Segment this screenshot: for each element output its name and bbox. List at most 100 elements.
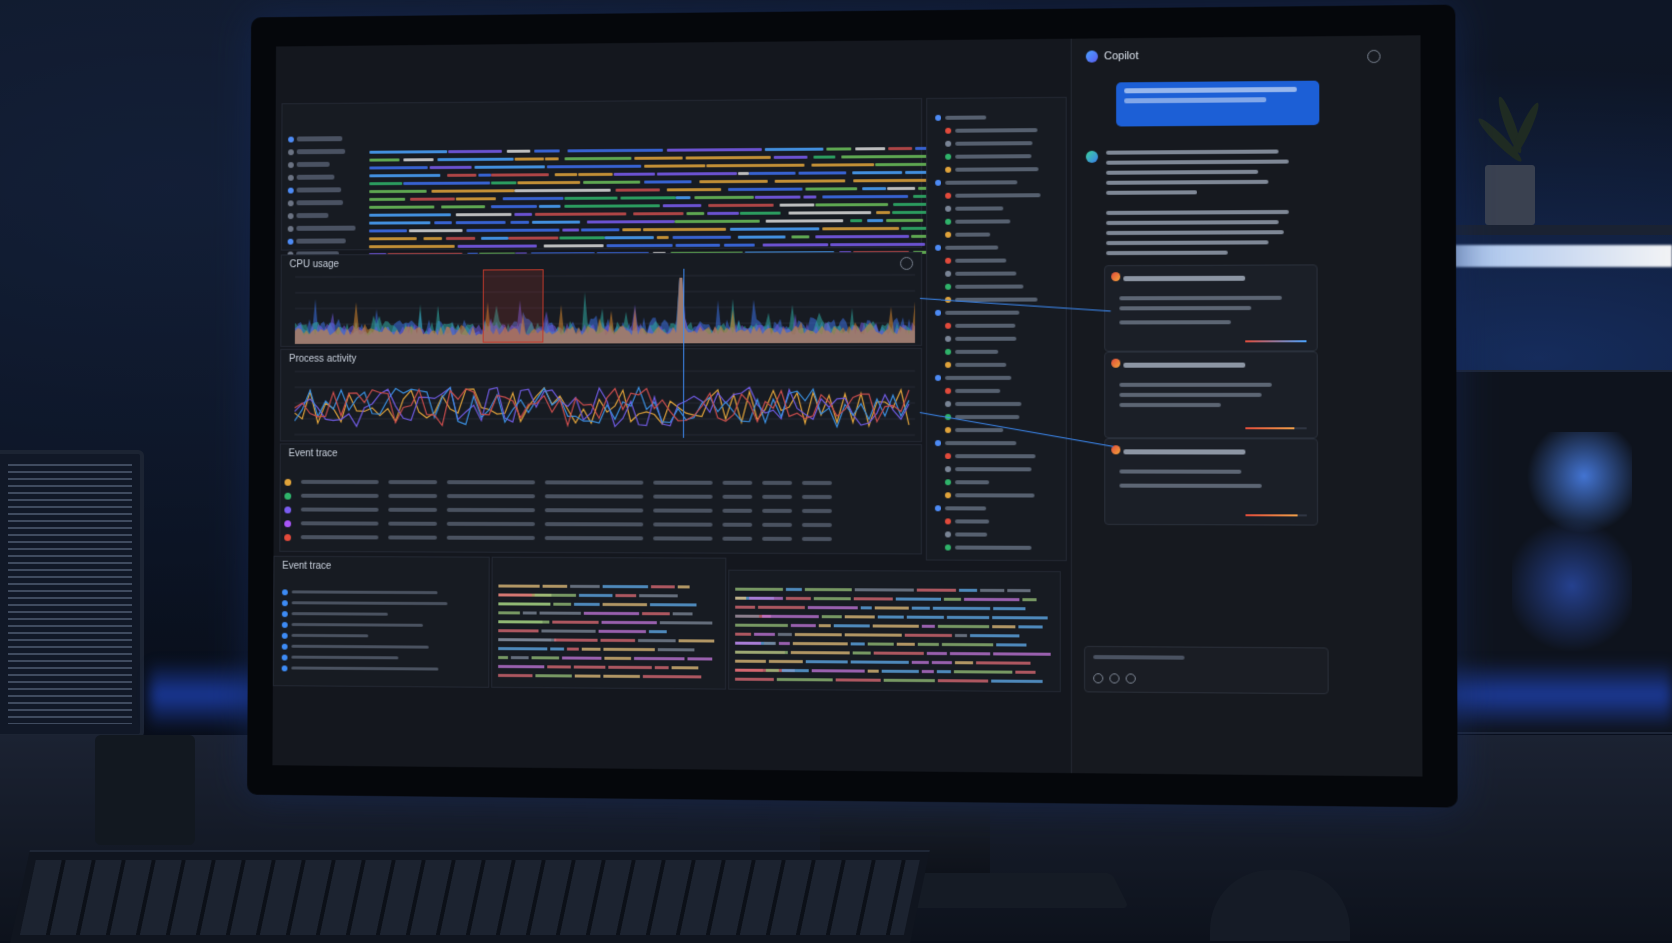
timeline-segment[interactable] xyxy=(816,235,910,238)
list-item[interactable] xyxy=(935,373,1011,383)
tree-node[interactable] xyxy=(288,223,364,234)
list-item[interactable] xyxy=(945,269,1016,279)
code-panel-right[interactable] xyxy=(728,570,1061,693)
timeline-segment[interactable] xyxy=(737,235,785,238)
tree-node[interactable] xyxy=(288,133,364,144)
timeline-segment[interactable] xyxy=(564,197,617,200)
timeline-segment[interactable] xyxy=(467,229,560,232)
list-item[interactable] xyxy=(935,308,1019,318)
timeline-segment[interactable] xyxy=(822,227,898,230)
timeline-segment[interactable] xyxy=(657,172,737,175)
timeline-segment[interactable] xyxy=(509,237,559,240)
timeline-segment[interactable] xyxy=(369,150,447,153)
list-item[interactable] xyxy=(945,386,1000,396)
timeline-segment[interactable] xyxy=(369,174,440,177)
tree-node[interactable] xyxy=(288,197,364,208)
table-row[interactable] xyxy=(284,530,832,546)
timeline-segment[interactable] xyxy=(686,156,771,160)
timeline-segment[interactable] xyxy=(456,197,496,200)
tree-node[interactable] xyxy=(288,159,364,170)
timeline-segment[interactable] xyxy=(643,228,726,231)
timeline-segment[interactable] xyxy=(545,157,559,160)
timeline-segment[interactable] xyxy=(675,220,760,223)
list-item[interactable] xyxy=(945,360,1007,370)
list-item[interactable] xyxy=(945,516,990,526)
timeline-segment[interactable] xyxy=(555,173,578,176)
timeline-segment[interactable] xyxy=(622,228,641,231)
timeline-segment[interactable] xyxy=(481,237,509,240)
tree-node[interactable] xyxy=(288,235,364,246)
cpu-chart[interactable] xyxy=(295,271,915,344)
selection-highlight[interactable] xyxy=(483,269,544,342)
timeline-segment[interactable] xyxy=(511,221,530,224)
timeline-segment[interactable] xyxy=(434,221,452,224)
timeline-segment[interactable] xyxy=(369,198,405,201)
list-item[interactable] xyxy=(945,125,1037,136)
tree-node[interactable] xyxy=(288,210,364,221)
timeline-segment[interactable] xyxy=(517,181,580,184)
timeline-segment[interactable] xyxy=(369,245,455,248)
timeline-segment[interactable] xyxy=(644,164,706,167)
timeline-segment[interactable] xyxy=(458,245,537,248)
list-item[interactable] xyxy=(945,451,1035,461)
list-item[interactable] xyxy=(945,490,1035,500)
timeline-segment[interactable] xyxy=(666,148,761,152)
timeline-segment[interactable] xyxy=(851,219,863,222)
timeline-segment[interactable] xyxy=(657,236,669,239)
timeline-segment[interactable] xyxy=(666,188,721,191)
timeline-segment[interactable] xyxy=(478,174,491,177)
timeline-segment[interactable] xyxy=(455,213,511,216)
timeline-segment[interactable] xyxy=(607,244,673,247)
chat-input[interactable] xyxy=(1084,646,1329,694)
timeline-segment[interactable] xyxy=(369,190,426,193)
timeline-segment[interactable] xyxy=(369,213,451,216)
list-item[interactable] xyxy=(945,399,1021,409)
timeline-segment[interactable] xyxy=(792,235,809,238)
timeline-segment[interactable] xyxy=(369,206,434,209)
close-icon[interactable] xyxy=(900,257,913,270)
timeline-segment[interactable] xyxy=(403,182,490,185)
timeline-segment[interactable] xyxy=(663,204,701,207)
timeline-segment[interactable] xyxy=(805,187,857,190)
mention-icon[interactable] xyxy=(1109,673,1119,683)
timeline-segment[interactable] xyxy=(447,174,477,177)
timeline-segment[interactable] xyxy=(514,213,531,216)
timeline-segment[interactable] xyxy=(867,219,883,222)
list-item[interactable] xyxy=(945,477,989,487)
timeline-segment[interactable] xyxy=(409,229,462,232)
timeline-segment[interactable] xyxy=(841,155,928,159)
timeline-segment[interactable] xyxy=(423,237,442,240)
table-row[interactable] xyxy=(284,489,832,504)
timeline-segment[interactable] xyxy=(581,228,620,231)
timeline-segment[interactable] xyxy=(491,205,537,208)
timeline-segment[interactable] xyxy=(564,157,631,160)
timeline-segment[interactable] xyxy=(634,157,683,160)
timeline-segment[interactable] xyxy=(369,166,427,169)
timeline-segment[interactable] xyxy=(826,147,851,150)
timeline-segment[interactable] xyxy=(815,203,889,206)
timeline-segment[interactable] xyxy=(369,182,402,185)
timeline-segment[interactable] xyxy=(830,243,925,246)
timeline-segment[interactable] xyxy=(814,156,836,159)
timeline-segment[interactable] xyxy=(887,187,915,190)
timeline-segment[interactable] xyxy=(369,237,416,240)
list-item[interactable] xyxy=(945,216,1011,226)
timeline-segment[interactable] xyxy=(634,212,684,215)
timeline-segment[interactable] xyxy=(604,236,654,239)
timeline-segment[interactable] xyxy=(799,171,846,174)
timeline-segment[interactable] xyxy=(616,188,661,191)
timeline-segment[interactable] xyxy=(754,196,800,199)
timeline-segment[interactable] xyxy=(507,150,531,153)
timeline-segment[interactable] xyxy=(812,163,875,166)
timeline-segment[interactable] xyxy=(565,204,660,207)
timeline-segment[interactable] xyxy=(534,149,559,152)
timeline-segment[interactable] xyxy=(822,195,908,198)
timeline-segment[interactable] xyxy=(503,197,563,200)
add-icon[interactable] xyxy=(1126,673,1136,683)
timeline-segment[interactable] xyxy=(766,219,843,222)
settings-icon[interactable] xyxy=(1367,50,1380,63)
timeline-segment[interactable] xyxy=(774,156,808,159)
list-item[interactable] xyxy=(945,230,990,240)
timeline-segment[interactable] xyxy=(886,219,923,222)
list-item[interactable] xyxy=(945,138,1032,149)
